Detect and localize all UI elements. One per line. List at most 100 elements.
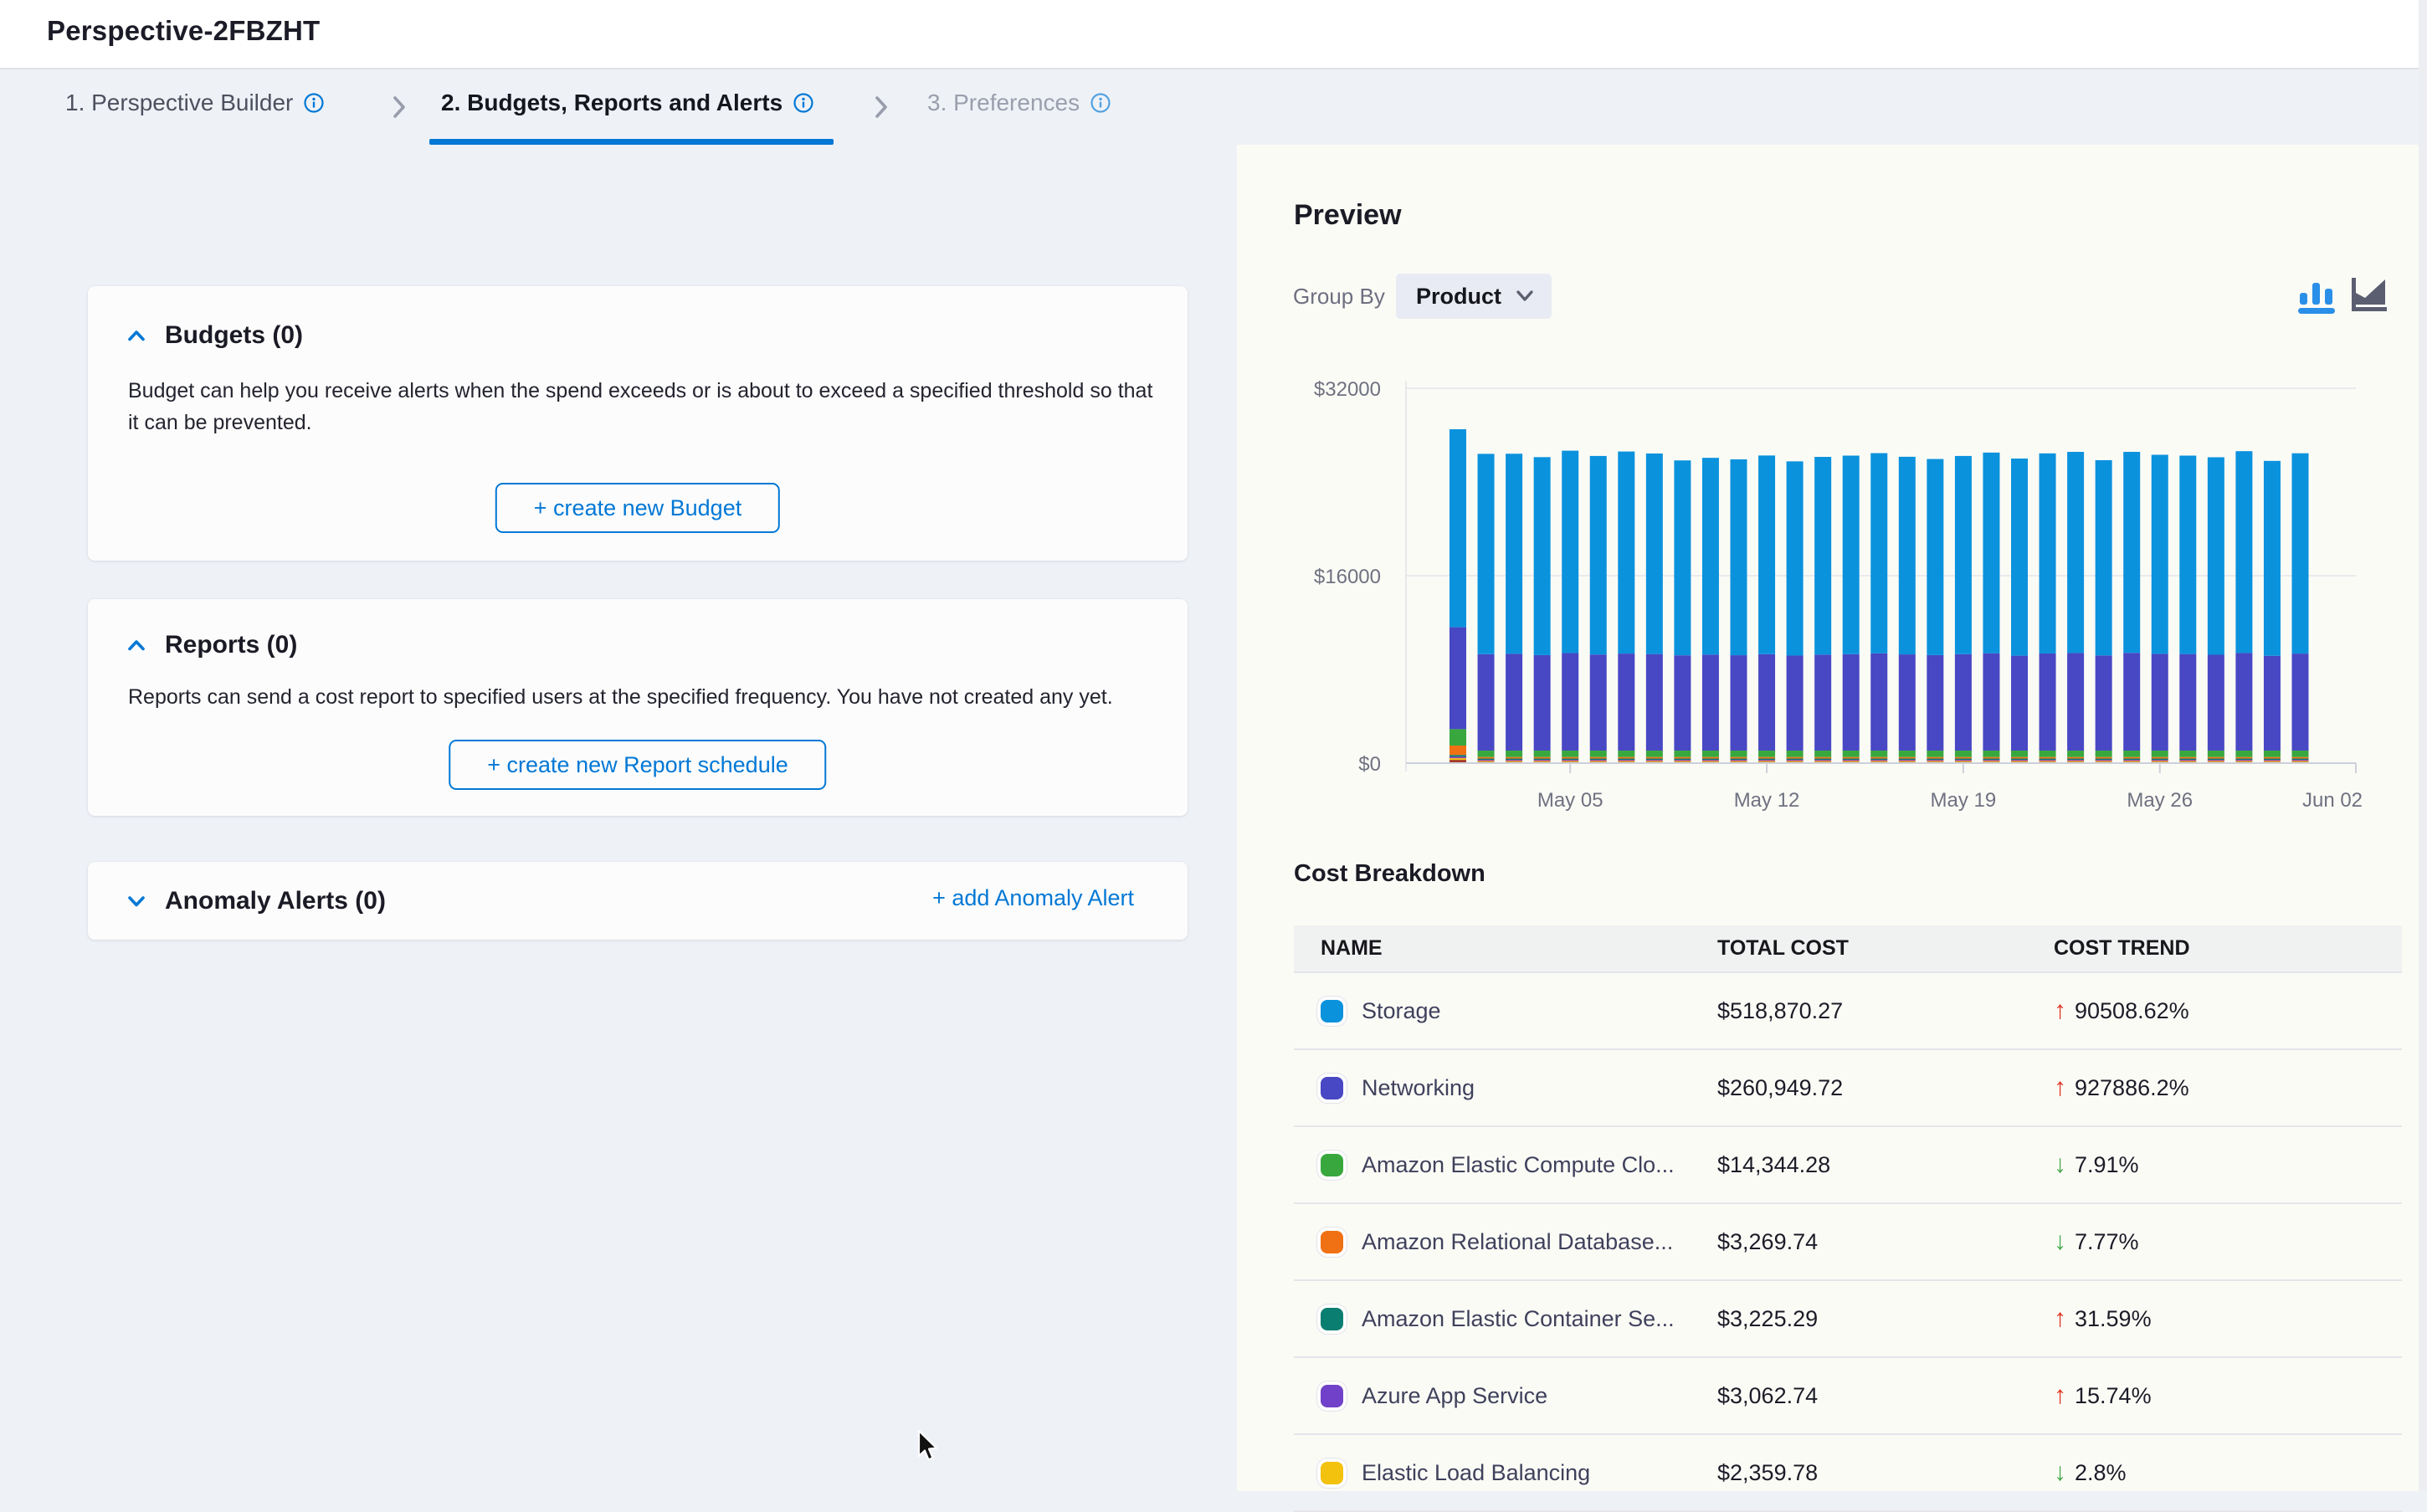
stacked-bar[interactable] [1478, 454, 1495, 763]
stacked-bar[interactable] [1450, 429, 1466, 763]
bar-segment-networking [1731, 655, 1747, 751]
stacked-bar[interactable] [2011, 459, 2028, 763]
stacked-bar[interactable] [2040, 454, 2056, 763]
stacked-bar[interactable] [1955, 456, 1972, 763]
bar-segment-azure [2040, 760, 2056, 761]
tab-preferences[interactable]: 3. Preferences [927, 90, 1111, 116]
bar-segment-azure [2264, 760, 2281, 761]
stacked-bar[interactable] [1702, 458, 1719, 763]
bar-segment-ec2 [2152, 751, 2168, 757]
stacked-bar[interactable] [2264, 461, 2281, 763]
chart-type-switcher [2296, 274, 2389, 315]
create-report-schedule-button[interactable]: + create new Report schedule [449, 740, 826, 790]
anomaly-card-header[interactable]: Anomaly Alerts (0) [126, 887, 386, 915]
bar-segment-storage [2123, 452, 2140, 653]
bar-segment-storage [1702, 458, 1719, 654]
bar-segment-ec2 [2067, 751, 2084, 757]
stacked-bar[interactable] [1899, 457, 1916, 763]
series-color-swatch [1321, 1154, 1343, 1176]
cost-breakdown-row[interactable]: Azure App Service$3,062.74↑15.74% [1294, 1358, 2402, 1435]
add-anomaly-alert-link[interactable]: + add Anomaly Alert [932, 885, 1134, 911]
create-budget-button[interactable]: + create new Budget [495, 483, 780, 533]
stacked-bar[interactable] [1618, 452, 1634, 763]
stacked-bar[interactable] [1843, 456, 1860, 764]
product-name: Amazon Elastic Container Se... [1362, 1306, 1675, 1332]
stacked-bar[interactable] [1927, 459, 1943, 763]
preview-heading: Preview [1294, 199, 1402, 232]
bar-segment-rds [2264, 757, 2281, 759]
bar-segment-ec2 [1506, 751, 1522, 757]
stacked-bar[interactable] [1562, 451, 1578, 763]
bar-segment-rds [1674, 757, 1691, 759]
budgets-title: Budgets (0) [165, 321, 303, 350]
bar-segment-rds [1562, 757, 1578, 759]
bar-segment-ec2 [1787, 751, 1804, 757]
cost-trend-cell: ↓7.91% [2054, 1152, 2402, 1178]
bar-segment-networking [2011, 656, 2028, 751]
reports-card-header[interactable]: Reports (0) [126, 631, 297, 659]
bar-segment-ec2 [1646, 751, 1663, 757]
bar-segment-ecs [1590, 759, 1607, 761]
bar-segment-ecs [1814, 759, 1831, 761]
bar-segment-rds [2011, 757, 2028, 759]
bar-segment-rds [1870, 757, 1887, 759]
column-header-total-cost: TOTAL COST [1717, 936, 2054, 961]
bar-segment-rds [1450, 746, 1466, 755]
stacked-bar[interactable] [2235, 451, 2252, 763]
stacked-bar[interactable] [2208, 457, 2224, 763]
tab-perspective-builder[interactable]: 1. Perspective Builder [65, 90, 325, 116]
stacked-bar[interactable] [1534, 457, 1551, 763]
cost-breakdown-row[interactable]: Networking$260,949.72↑927886.2% [1294, 1050, 2402, 1127]
stacked-bar[interactable] [2067, 452, 2084, 763]
stacked-bar[interactable] [1787, 461, 1804, 763]
stacked-bar[interactable] [2152, 455, 2168, 763]
cost-breakdown-row[interactable]: Amazon Elastic Container Se...$3,225.29↑… [1294, 1281, 2402, 1358]
group-by-select[interactable]: Product [1396, 274, 1552, 319]
budgets-card-header[interactable]: Budgets (0) [126, 321, 303, 350]
area-chart-icon[interactable] [2348, 274, 2389, 315]
stacked-bar[interactable] [2096, 460, 2112, 763]
column-header-name: NAME [1294, 936, 1717, 961]
bar-segment-rds [1983, 757, 1999, 759]
bar-segment-ec2 [1618, 751, 1634, 757]
bar-segment-ec2 [2235, 751, 2252, 757]
bar-segment-ec2 [2292, 751, 2309, 757]
total-cost-cell: $3,062.74 [1717, 1383, 2054, 1409]
series-color-swatch [1321, 1385, 1343, 1407]
bar-segment-storage [1506, 454, 1522, 653]
stacked-bar[interactable] [1674, 460, 1691, 763]
stacked-bar[interactable] [2292, 454, 2309, 763]
cost-preview-chart[interactable]: $0$16000$32000May 05May 12May 19May 26Ju… [1255, 356, 2419, 833]
bar-segment-storage [2152, 455, 2168, 654]
bar-segment-rds [2040, 757, 2056, 759]
stacked-bar[interactable] [1758, 455, 1775, 763]
stacked-bar[interactable] [2123, 452, 2140, 763]
scrollbar[interactable] [2419, 0, 2427, 1491]
product-name-cell: Azure App Service [1294, 1383, 1717, 1409]
cost-breakdown-row[interactable]: Elastic Load Balancing$2,359.78↓2.8% [1294, 1435, 2402, 1512]
cost-breakdown-row[interactable]: Amazon Elastic Compute Clo...$14,344.28↓… [1294, 1127, 2402, 1204]
bar-segment-storage [1814, 457, 1831, 654]
stacked-bar[interactable] [1983, 453, 1999, 763]
x-axis-tick-label: May 19 [1931, 789, 1997, 812]
cost-breakdown-row[interactable]: Storage$518,870.27↑90508.62% [1294, 971, 2402, 1050]
cost-breakdown-row[interactable]: Amazon Relational Database...$3,269.74↓7… [1294, 1204, 2402, 1281]
info-icon [303, 92, 325, 114]
bar-segment-networking [2179, 654, 2196, 751]
bar-segment-ecs [2067, 759, 2084, 761]
stacked-bar[interactable] [1731, 459, 1747, 763]
trend-down-arrow-icon: ↓ [2054, 1460, 2066, 1485]
stacked-bar[interactable] [1506, 454, 1522, 763]
bar-segment-networking [1814, 654, 1831, 751]
stacked-bar[interactable] [2179, 456, 2196, 764]
column-header-cost-trend: COST TREND [2054, 936, 2402, 961]
bar-chart-icon[interactable] [2296, 274, 2337, 315]
stacked-bar[interactable] [1646, 454, 1663, 763]
active-tab-underline [429, 139, 834, 145]
stacked-bar[interactable] [1814, 457, 1831, 763]
bar-segment-ec2 [2179, 751, 2196, 757]
stacked-bar[interactable] [1590, 456, 1607, 763]
tab-budgets-reports-alerts[interactable]: 2. Budgets, Reports and Alerts [441, 90, 814, 116]
bar-segment-networking [1618, 653, 1634, 751]
stacked-bar[interactable] [1870, 454, 1887, 763]
